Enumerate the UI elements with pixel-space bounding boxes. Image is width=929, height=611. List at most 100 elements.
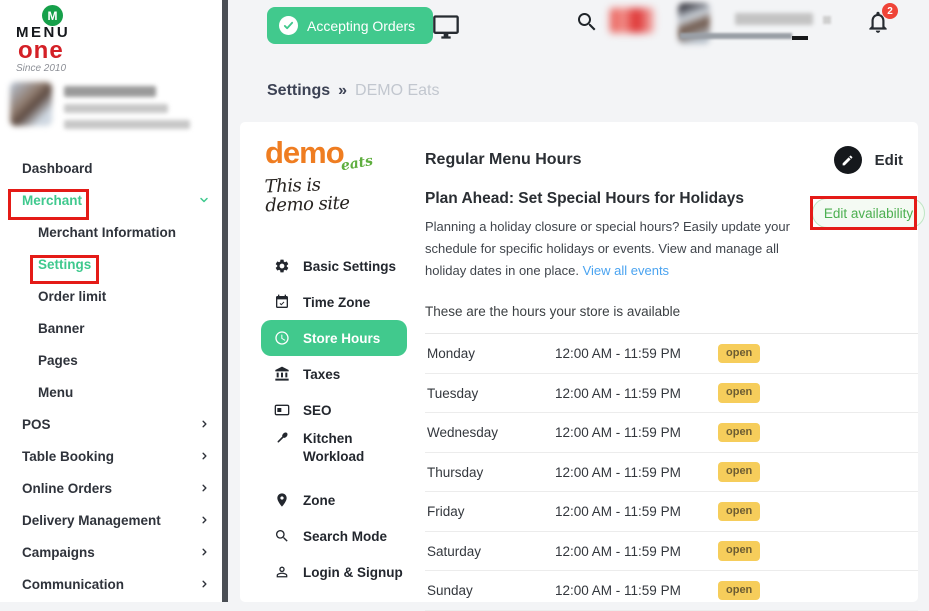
settings-card: demoeats This is demo site Basic Setting… — [240, 122, 918, 602]
table-row-wednesday: Wednesday 12:00 AM - 11:59 PM open — [425, 413, 918, 453]
sidebar-item-label: Menu — [38, 385, 73, 400]
monitor-icon[interactable] — [432, 13, 460, 41]
settings-menu-label: Search Mode — [303, 529, 387, 544]
page-title: Regular Menu Hours — [425, 151, 581, 169]
spoon-icon — [273, 430, 290, 446]
redacted-image — [610, 8, 654, 33]
settings-menu-label: Kitchen Workload — [303, 430, 385, 465]
status-badge: open — [718, 541, 760, 560]
breadcrumb: Settings » DEMO Eats — [267, 82, 440, 100]
settings-menu-search-mode[interactable]: Search Mode — [265, 518, 417, 554]
chevron-right-icon — [199, 451, 210, 462]
settings-menu-label: Zone — [303, 493, 335, 508]
sidebar-item-pos[interactable]: POS — [0, 408, 222, 440]
sidebar-item-label: Merchant — [22, 193, 82, 208]
store-logo: demoeats This is demo site — [265, 137, 405, 214]
gear-icon — [273, 258, 290, 274]
sidebar-item-menu[interactable]: Menu — [0, 376, 222, 408]
sidebar-item-label: Online Orders — [22, 481, 112, 496]
plan-ahead-text: Planning a holiday closure or special ho… — [425, 216, 807, 282]
topbar: Accepting Orders 2 — [228, 0, 929, 55]
store-logo-tagline: This is demo site — [264, 174, 405, 217]
main-area: Accepting Orders 2 Settings » DEMO Eats … — [228, 0, 929, 602]
chevron-right-icon — [199, 483, 210, 494]
redacted-username — [735, 13, 813, 25]
settings-menu-kitchen-workload[interactable]: Kitchen Workload — [265, 428, 417, 474]
bank-icon — [273, 366, 290, 382]
status-badge: open — [718, 383, 760, 402]
calendar-check-icon — [273, 294, 290, 310]
sidebar-item-delivery-management[interactable]: Delivery Management — [0, 504, 222, 536]
day-cell: Saturday — [425, 544, 555, 559]
user-icon — [273, 564, 290, 580]
settings-menu-label: Login & Signup — [303, 565, 403, 580]
redacted-dash — [792, 36, 808, 40]
user-menu-caret[interactable] — [823, 16, 831, 24]
chevron-right-icon — [199, 515, 210, 526]
sidebar-item-banner[interactable]: Banner — [0, 312, 222, 344]
settings-menu-zone[interactable]: Zone — [265, 482, 417, 518]
sidebar-item-merchant-information[interactable]: Merchant Information — [0, 216, 222, 248]
notification-count-badge: 2 — [882, 3, 898, 19]
sidebar-item-online-orders[interactable]: Online Orders — [0, 472, 222, 504]
table-row-monday: Monday 12:00 AM - 11:59 PM open — [425, 334, 918, 374]
profile-redacted-text — [64, 82, 190, 129]
time-cell: 12:00 AM - 11:59 PM — [555, 346, 718, 361]
tagline-line2: demo site — [265, 192, 406, 216]
sidebar-item-campaigns[interactable]: Campaigns — [0, 536, 222, 568]
time-cell: 12:00 AM - 11:59 PM — [555, 425, 718, 440]
settings-menu-seo[interactable]: SEO — [265, 392, 417, 428]
chevron-down-icon — [198, 194, 210, 206]
sidebar-item-merchant[interactable]: Merchant — [0, 184, 222, 216]
day-cell: Tuesday — [425, 386, 555, 401]
time-cell: 12:00 AM - 11:59 PM — [555, 386, 718, 401]
hours-intro-text: These are the hours your store is availa… — [425, 304, 918, 319]
day-cell: Wednesday — [425, 425, 555, 440]
accepting-orders-button[interactable]: Accepting Orders — [267, 7, 433, 44]
time-cell: 12:00 AM - 11:59 PM — [555, 583, 718, 598]
settings-menu-taxes[interactable]: Taxes — [265, 356, 417, 392]
sidebar-item-label: Table Booking — [22, 449, 114, 464]
edit-button[interactable]: Edit — [834, 146, 903, 174]
sidebar-item-order-limit[interactable]: Order limit — [0, 280, 222, 312]
sidebar-item-pages[interactable]: Pages — [0, 344, 222, 376]
settings-menu-time-zone[interactable]: Time Zone — [265, 284, 417, 320]
sidebar-item-label: Settings — [38, 257, 91, 272]
time-cell: 12:00 AM - 11:59 PM — [555, 544, 718, 559]
seo-card-icon — [273, 402, 290, 418]
view-all-events-link[interactable]: View all events — [583, 263, 669, 278]
store-logo-eats: eats — [339, 153, 374, 174]
settings-menu-store-hours[interactable]: Store Hours — [261, 320, 407, 356]
avatar — [10, 82, 52, 126]
breadcrumb-settings[interactable]: Settings — [267, 82, 330, 100]
notifications-bell[interactable]: 2 — [865, 9, 891, 35]
search-icon[interactable] — [575, 10, 599, 34]
search-icon — [273, 528, 290, 544]
store-logo-demo: demo — [265, 135, 344, 170]
sidebar-item-dashboard[interactable]: Dashboard — [0, 152, 222, 184]
sidebar-nav: Dashboard Merchant Merchant Information … — [0, 152, 222, 600]
sidebar-item-label: Campaigns — [22, 545, 95, 560]
settings-menu-label: SEO — [303, 403, 332, 418]
edit-availability-button[interactable]: Edit availability — [812, 198, 925, 228]
sidebar-item-table-booking[interactable]: Table Booking — [0, 440, 222, 472]
redacted-phone — [64, 104, 168, 113]
sidebar-item-communication[interactable]: Communication — [0, 568, 222, 600]
store-hours-table: Monday 12:00 AM - 11:59 PM open Tuesday … — [425, 333, 918, 611]
clock-icon — [273, 330, 290, 346]
settings-menu-label: Basic Settings — [303, 259, 396, 274]
redacted-underline — [680, 33, 792, 39]
map-pin-icon — [273, 492, 290, 508]
sidebar-item-settings[interactable]: Settings — [0, 248, 222, 280]
settings-menu-basic-settings[interactable]: Basic Settings — [265, 248, 417, 284]
breadcrumb-page: DEMO Eats — [355, 82, 439, 100]
accepting-orders-label: Accepting Orders — [307, 18, 415, 34]
settings-menu-label: Time Zone — [303, 295, 370, 310]
status-badge: open — [718, 581, 760, 600]
settings-menu-label: Store Hours — [303, 331, 380, 346]
redacted-email — [64, 120, 190, 129]
sidebar: M MENU one Since 2010 Dashboard Merchant… — [0, 0, 222, 602]
breadcrumb-separator: » — [338, 82, 347, 100]
settings-menu-login-signup[interactable]: Login & Signup — [265, 554, 417, 590]
settings-menu-label: Taxes — [303, 367, 340, 382]
